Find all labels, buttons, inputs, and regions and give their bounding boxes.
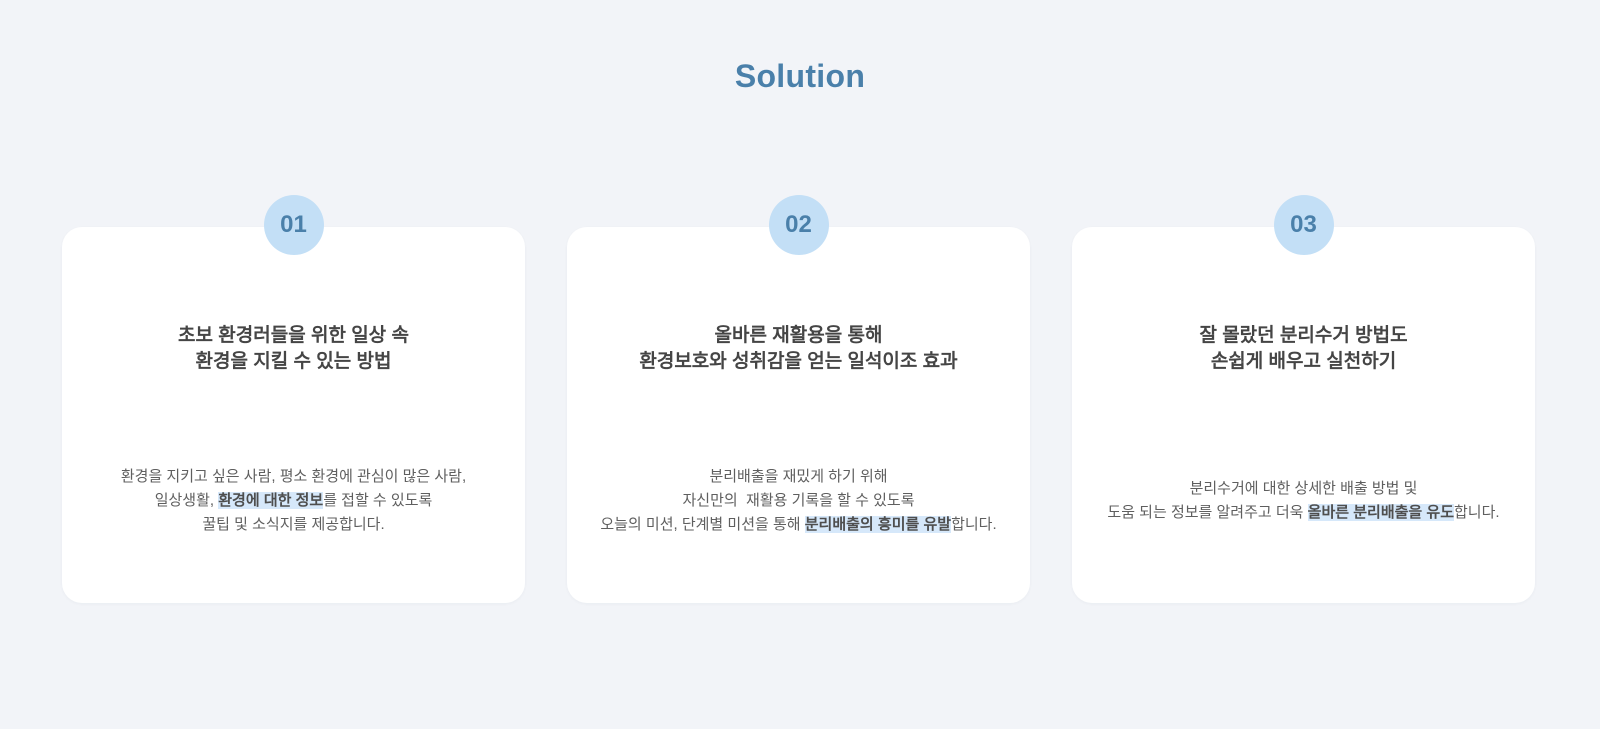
desc-text: 일상생활,	[154, 492, 219, 509]
step-number-badge: 03	[1273, 195, 1334, 255]
card-title: 초보 환경러들을 위한 일상 속 환경을 지킬 수 있는 방법	[62, 323, 525, 375]
highlighted-text: 환경에 대한 정보	[218, 492, 324, 509]
solution-cards: 01 초보 환경러들을 위한 일상 속 환경을 지킬 수 있는 방법 환경을 지…	[62, 195, 1535, 603]
step-number-badge: 01	[263, 195, 324, 255]
desc-text: 오늘의 미션, 단계별 미션을 통해	[600, 516, 805, 533]
desc-text: 를 접할 수 있도록	[323, 492, 433, 509]
highlighted-text: 분리배출의 흥미를 유발	[804, 516, 952, 533]
card-title-line: 환경보호와 성취감을 얻는 일석이조 효과	[639, 351, 958, 372]
card-title-line: 손쉽게 배우고 실천하기	[1210, 351, 1397, 372]
card-title-line: 올바른 재활용을 통해	[714, 325, 883, 346]
desc-line: 자신만의 재활용 기록을 할 수 있도록	[682, 492, 915, 509]
card-title-line: 잘 몰랐던 분리수거 방법도	[1199, 325, 1408, 346]
desc-line: 환경을 지키고 싶은 사람, 평소 환경에 관심이 많은 사람,	[120, 468, 467, 485]
card-title-line: 초보 환경러들을 위한 일상 속	[178, 325, 409, 346]
highlighted-text: 올바른 분리배출을 유도	[1307, 504, 1454, 521]
section-title: Solution	[734, 58, 866, 94]
solution-section: Solution 01 초보 환경러들을 위한 일상 속 환경을 지킬 수 있는…	[0, 0, 1600, 729]
card-title: 잘 몰랐던 분리수거 방법도 손쉽게 배우고 실천하기	[1072, 323, 1535, 375]
desc-line: 분리배출을 재밌게 하기 위해	[709, 468, 888, 485]
card-title: 올바른 재활용을 통해 환경보호와 성취감을 얻는 일석이조 효과	[567, 323, 1030, 375]
desc-line: 오늘의 미션, 단계별 미션을 통해 분리배출의 흥미를 유발합니다.	[567, 513, 1030, 537]
solution-card-03: 03 잘 몰랐던 분리수거 방법도 손쉽게 배우고 실천하기 분리수거에 대한 …	[1072, 195, 1535, 603]
desc-text: 도움 되는 정보를 알려주고 더욱	[1107, 504, 1308, 521]
desc-text: 합니다.	[1454, 504, 1500, 521]
card-description: 분리수거에 대한 상세한 배출 방법 및 도움 되는 정보를 알려주고 더욱 올…	[1072, 465, 1535, 537]
desc-line: 분리수거에 대한 상세한 배출 방법 및	[1189, 480, 1418, 497]
solution-card-01: 01 초보 환경러들을 위한 일상 속 환경을 지킬 수 있는 방법 환경을 지…	[62, 195, 525, 603]
card-description: 환경을 지키고 싶은 사람, 평소 환경에 관심이 많은 사람, 일상생활, 환…	[62, 465, 525, 537]
desc-text: 합니다.	[951, 516, 997, 533]
step-number-badge: 02	[768, 195, 829, 255]
desc-line: 도움 되는 정보를 알려주고 더욱 올바른 분리배출을 유도합니다.	[1072, 501, 1535, 525]
desc-line: 일상생활, 환경에 대한 정보를 접할 수 있도록	[62, 489, 525, 513]
solution-card-02: 02 올바른 재활용을 통해 환경보호와 성취감을 얻는 일석이조 효과 분리배…	[567, 195, 1030, 603]
card-title-line: 환경을 지킬 수 있는 방법	[195, 351, 392, 372]
desc-line: 꿀팁 및 소식지를 제공합니다.	[202, 516, 385, 533]
card-description: 분리배출을 재밌게 하기 위해 자신만의 재활용 기록을 할 수 있도록 오늘의…	[567, 465, 1030, 537]
